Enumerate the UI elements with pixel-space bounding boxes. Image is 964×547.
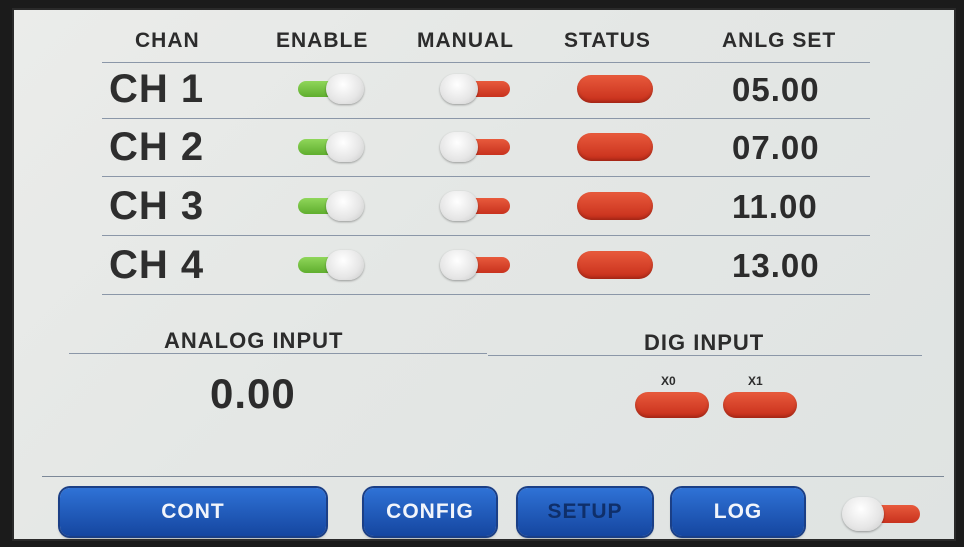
header-enable: ENABLE [276, 29, 369, 52]
enable-toggle[interactable] [296, 74, 364, 104]
enable-toggle[interactable] [296, 191, 364, 221]
manual-toggle[interactable] [440, 74, 512, 104]
analog-input-value: 0.00 [210, 370, 296, 417]
enable-toggle-knob [326, 250, 364, 280]
header-status: STATUS [564, 29, 651, 52]
enable-toggle[interactable] [296, 250, 364, 280]
channel-row-1: CH 1 05.00 [14, 59, 954, 121]
channel-label: CH 2 [109, 125, 205, 169]
footer-toggle-knob [842, 497, 884, 531]
analog-setpoint[interactable]: 07.00 [732, 117, 820, 179]
channel-row-2: CH 2 07.00 [14, 117, 954, 179]
channel-label: CH 4 [109, 243, 205, 287]
analog-input-title: ANALOG INPUT [164, 328, 344, 353]
cont-button[interactable]: CONT [60, 488, 326, 536]
config-button[interactable]: CONFIG [364, 488, 496, 536]
dig-input-indicator-x1 [723, 392, 797, 418]
status-indicator [577, 133, 653, 161]
manual-toggle-knob [440, 132, 478, 162]
enable-toggle-knob [326, 191, 364, 221]
header-manual: MANUAL [417, 29, 514, 52]
header-chan: CHAN [135, 29, 200, 52]
status-indicator [577, 251, 653, 279]
channel-label: CH 3 [109, 184, 205, 228]
enable-toggle[interactable] [296, 132, 364, 162]
manual-toggle-knob [440, 74, 478, 104]
status-indicator [577, 192, 653, 220]
log-button[interactable]: LOG [672, 488, 804, 536]
channel-label: CH 1 [109, 67, 205, 111]
header-anlg-set: ANLG SET [722, 29, 837, 52]
status-indicator [577, 75, 653, 103]
analog-setpoint[interactable]: 11.00 [732, 176, 818, 238]
dig-input-title: DIG INPUT [644, 330, 765, 355]
dig-input-label-x1: X1 [748, 374, 763, 388]
setup-button[interactable]: SETUP [518, 488, 652, 536]
manual-toggle[interactable] [440, 250, 512, 280]
divider [488, 355, 922, 356]
divider [69, 353, 487, 354]
footer-divider [42, 476, 944, 477]
analog-setpoint[interactable]: 13.00 [732, 235, 820, 297]
footer-toggle[interactable] [842, 497, 922, 531]
channel-row-3: CH 3 11.00 [14, 176, 954, 238]
manual-toggle[interactable] [440, 191, 512, 221]
enable-toggle-knob [326, 74, 364, 104]
manual-toggle-knob [440, 191, 478, 221]
analog-setpoint[interactable]: 05.00 [732, 59, 820, 121]
hmi-screen: CHAN ENABLE MANUAL STATUS ANLG SET CH 1 … [12, 8, 956, 541]
channel-row-4: CH 4 13.00 [14, 235, 954, 297]
enable-toggle-knob [326, 132, 364, 162]
manual-toggle-knob [440, 250, 478, 280]
dig-input-indicator-x0 [635, 392, 709, 418]
manual-toggle[interactable] [440, 132, 512, 162]
dig-input-label-x0: X0 [661, 374, 676, 388]
